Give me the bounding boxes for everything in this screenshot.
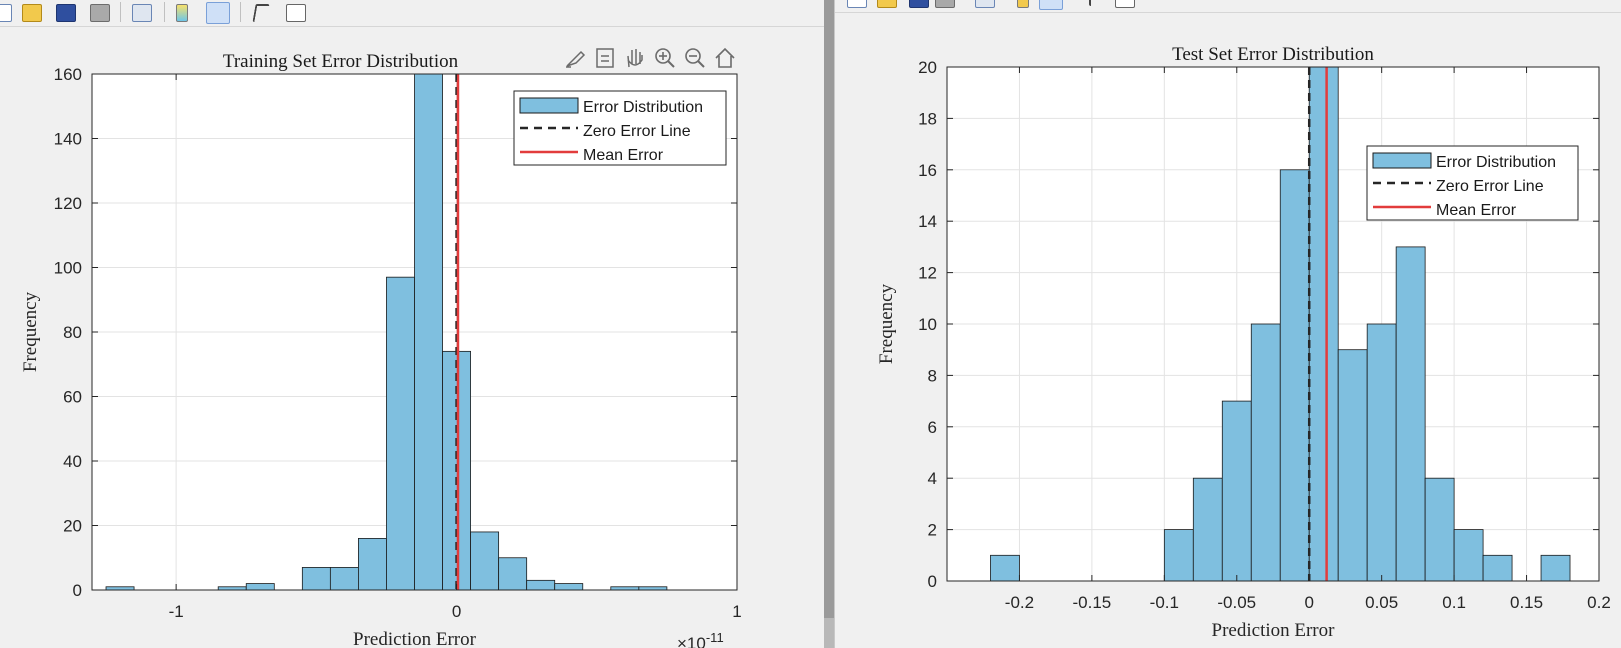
- histogram-bar[interactable]: [1221, 400, 1252, 581]
- histogram-bar[interactable]: [329, 567, 359, 590]
- histogram-bar[interactable]: [1163, 529, 1194, 581]
- y-tick-label: 20: [918, 58, 937, 77]
- restore-view-icon[interactable]: [713, 46, 737, 70]
- histogram-bar[interactable]: [526, 579, 556, 590]
- x-tick-label: -1: [169, 602, 184, 621]
- x-tick-label: 0.05: [1365, 593, 1398, 612]
- histogram-bar[interactable]: [1192, 477, 1223, 581]
- test-error-histogram: 0 2 4 6 8 10 12 14 16 18 20 -0.2 -0.15 -0.1 -0.05 0 0.05…: [876, 41, 1611, 641]
- y-tick-label: 120: [54, 194, 82, 213]
- histogram-bar[interactable]: [990, 554, 1020, 581]
- y-tick-label: 8: [928, 366, 937, 385]
- histogram-bar[interactable]: [498, 557, 528, 590]
- y-tick-label: 160: [54, 65, 82, 84]
- pan-icon-hitbox[interactable]: [623, 46, 647, 70]
- desktop-background-lower: [824, 618, 834, 648]
- y-tick-label: 60: [63, 388, 82, 407]
- histogram-bar[interactable]: [554, 583, 584, 590]
- y-tick-label: 80: [63, 323, 82, 342]
- legend-entry-label: Zero Error Line: [1436, 178, 1544, 195]
- pan-icon[interactable]: [623, 46, 647, 70]
- training-figure-window: 0 20 40 60 80 100 120 140 160 -1 0 1 Training Set Er…: [0, 0, 824, 648]
- y-tick-label: 0: [73, 581, 82, 600]
- histogram-bar[interactable]: [1250, 323, 1281, 581]
- x-tick-label: 0.15: [1510, 593, 1543, 612]
- zoom-in-icon[interactable]: [653, 46, 677, 70]
- desktop-background: [824, 0, 834, 648]
- y-tick-label: 0: [928, 572, 937, 591]
- x-tick-label: -0.1: [1150, 593, 1179, 612]
- histogram-bar[interactable]: [414, 58, 443, 590]
- brush-icon[interactable]: [563, 46, 587, 70]
- histogram-bar[interactable]: [386, 276, 415, 590]
- histogram-bar[interactable]: [1279, 169, 1310, 581]
- legend-entry-label: Mean Error: [583, 147, 664, 164]
- legend-swatch-bar: [1372, 152, 1432, 169]
- y-tick-label: 18: [918, 109, 937, 128]
- legend-entry-label: Zero Error Line: [583, 123, 691, 140]
- x-axis-exponent: ×10-11: [677, 630, 724, 648]
- histogram-bar[interactable]: [358, 538, 387, 590]
- legend-swatch-bar: [519, 97, 579, 114]
- y-tick-label: 14: [918, 212, 937, 231]
- histogram-bar[interactable]: [470, 531, 500, 590]
- x-tick-label: 0: [1304, 593, 1313, 612]
- y-tick-label: 140: [54, 130, 82, 149]
- legend-entry-label: Error Distribution: [583, 99, 703, 116]
- histogram-bar[interactable]: [1337, 349, 1368, 581]
- histogram-bar[interactable]: [1395, 246, 1426, 581]
- histogram-bar[interactable]: [245, 583, 275, 590]
- test-figure-window: 0 2 4 6 8 10 12 14 16 18 20 -0.2 -0.15 -0.1 -0.05 0 0.05…: [834, 0, 1621, 648]
- y-tick-label: 16: [918, 161, 937, 180]
- chart-title: Test Set Error Distribution: [1172, 44, 1374, 65]
- y-tick-label: 100: [54, 259, 82, 278]
- x-tick-label: -0.15: [1073, 593, 1112, 612]
- histogram-bar[interactable]: [1482, 554, 1513, 581]
- zoom-out-icon[interactable]: [683, 46, 707, 70]
- legend-entry-label: Error Distribution: [1436, 154, 1556, 171]
- y-tick-label: 6: [928, 418, 937, 437]
- x-tick-label: 1: [732, 602, 741, 621]
- chart-title: Training Set Error Distribution: [223, 51, 459, 72]
- histogram-bar[interactable]: [301, 567, 331, 590]
- y-tick-label: 20: [63, 517, 82, 536]
- x-tick-label: 0: [452, 602, 461, 621]
- y-tick-label: 10: [918, 315, 937, 334]
- x-tick-label: 0.2: [1587, 593, 1611, 612]
- x-axis-label: Prediction Error: [353, 629, 477, 648]
- y-tick-label: 2: [928, 521, 937, 540]
- x-tick-label: -0.2: [1005, 593, 1034, 612]
- y-tick-label: 4: [928, 469, 937, 488]
- histogram-bar[interactable]: [1540, 554, 1571, 581]
- training-error-histogram: 0 20 40 60 80 100 120 140 160 -1 0 1 Training Set Er…: [20, 46, 742, 648]
- histogram-bar[interactable]: [1366, 323, 1397, 581]
- histogram-bar[interactable]: [1308, 41, 1339, 581]
- data-tips-icon[interactable]: [593, 46, 617, 70]
- legend-entry-label: Mean Error: [1436, 202, 1517, 219]
- histogram-bar[interactable]: [1424, 477, 1455, 581]
- histogram-bar[interactable]: [1453, 529, 1484, 581]
- y-axis-label: Frequency: [20, 291, 41, 372]
- x-tick-label: -0.05: [1217, 593, 1256, 612]
- x-tick-label: 0.1: [1442, 593, 1466, 612]
- y-tick-label: 40: [63, 452, 82, 471]
- y-axis-label: Frequency: [876, 283, 897, 364]
- x-axis-label: Prediction Error: [1212, 620, 1336, 641]
- y-tick-label: 12: [918, 264, 937, 283]
